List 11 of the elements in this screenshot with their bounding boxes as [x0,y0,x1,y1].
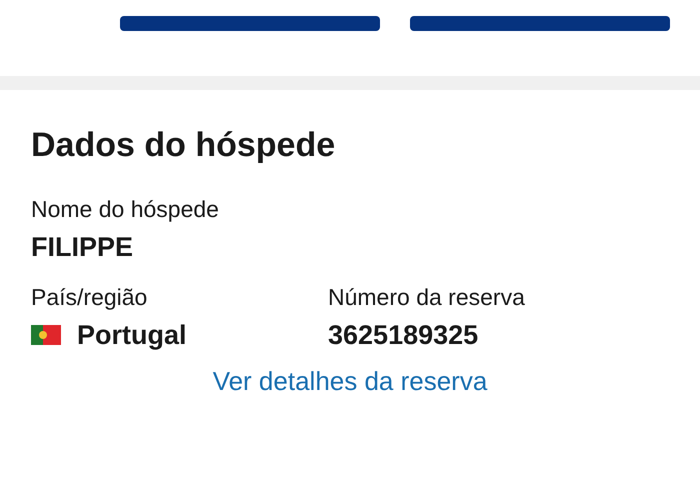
field-label: Número da reserva [328,283,526,312]
field-value: 3625189325 [328,319,480,352]
section-title: Dados do hóspede [31,125,336,166]
field-value: Portugal [77,319,187,352]
field-value: FILIPPE [31,231,134,264]
portugal-flag-icon [31,325,61,345]
button[interactable] [120,16,380,31]
details-link[interactable]: Ver detalhes da reserva [212,364,488,398]
field-label: Nome do hóspede [31,195,220,224]
button[interactable] [410,16,670,31]
field-label: País/região [31,283,148,312]
